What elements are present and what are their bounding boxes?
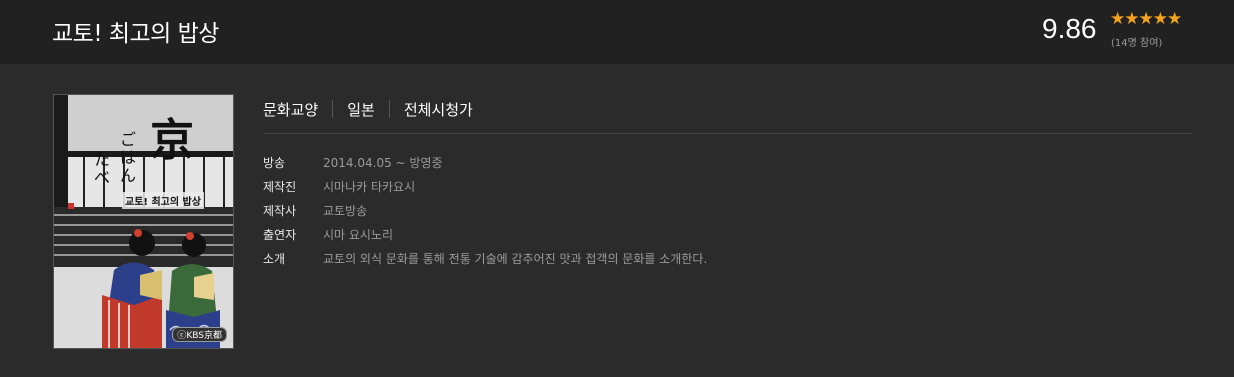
info-value: 교토의 외식 문화를 통해 전통 기술에 감추어진 맛과 접객의 문화를 소개한… xyxy=(323,251,708,266)
info-row-broadcast: 방송 2014.04.05 ~ 방영중 xyxy=(263,150,707,174)
page-title: 교토! 최고의 밥상 xyxy=(52,21,219,47)
poster-image: 京 ご は ん た べ 교토! 최고의 밥상 ⓒKBS京都 xyxy=(53,94,234,349)
poster-illustration: 京 ご は ん た べ xyxy=(54,95,233,348)
poster-kbs-mark: ⓒKBS京都 xyxy=(172,327,227,342)
rating-score: 9.86 xyxy=(1042,13,1097,44)
svg-text:ご: ご xyxy=(120,130,136,149)
rating-stars: ★★★★★ xyxy=(1110,9,1182,29)
svg-text:京: 京 xyxy=(150,115,194,166)
info-label: 방송 xyxy=(263,155,286,170)
info-value[interactable]: 시마나카 타카요시 xyxy=(323,178,415,195)
info-row-synopsis: 소개 교토의 외식 문화를 통해 전통 기술에 감추어진 맛과 접객의 문화를 … xyxy=(263,246,707,270)
svg-text:は: は xyxy=(120,148,136,167)
tag-divider xyxy=(332,100,334,118)
info-label: 소개 xyxy=(263,251,286,266)
info-list: 방송 2014.04.05 ~ 방영중 제작진 시마나카 타카요시 제작사 교토… xyxy=(263,150,707,270)
info-label: 제작진 xyxy=(263,179,297,194)
svg-text:べ: べ xyxy=(94,168,110,187)
info-value: 교토방송 xyxy=(323,203,368,218)
svg-text:た: た xyxy=(94,150,110,169)
tag-list: 문화교양 일본 전체시청가 xyxy=(263,97,473,121)
svg-text:ん: ん xyxy=(120,166,136,185)
poster-caption: 교토! 최고의 밥상 xyxy=(122,192,204,209)
info-row-crew: 제작진 시마나카 타카요시 xyxy=(263,174,707,198)
tag-age-rating: 전체시청가 xyxy=(403,100,473,119)
info-label: 출연자 xyxy=(263,227,297,242)
info-value[interactable]: 시마 요시노리 xyxy=(323,226,393,243)
tag-genre[interactable]: 문화교양 xyxy=(263,99,318,120)
title-bar: 교토! 최고의 밥상 9.86 ★★★★★ (14명 참여) xyxy=(0,0,1234,64)
section-divider xyxy=(263,133,1193,134)
info-label: 제작사 xyxy=(263,203,297,218)
tag-country[interactable]: 일본 xyxy=(347,99,375,120)
info-value: 2014.04.05 ~ 방영중 xyxy=(323,155,443,170)
info-row-producer: 제작사 교토방송 xyxy=(263,198,707,222)
tag-divider xyxy=(388,100,390,118)
info-row-cast: 출연자 시마 요시노리 xyxy=(263,222,707,246)
rating-participants: (14명 참여) xyxy=(1111,38,1163,49)
